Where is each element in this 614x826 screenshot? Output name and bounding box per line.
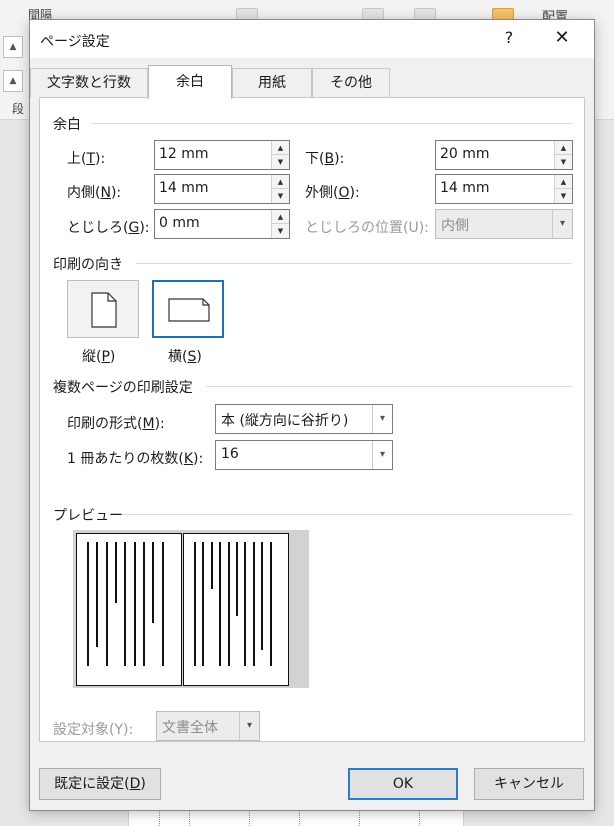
top-margin-spinner[interactable]: 12 mm ▲ ▼ (154, 140, 290, 170)
print-format-select[interactable]: 本 (縦方向に谷折り) ▾ (215, 404, 393, 434)
orientation-section-title: 印刷の向き (53, 257, 123, 273)
print-format-value[interactable]: 本 (縦方向に谷折り) (221, 410, 348, 430)
set-as-default-button[interactable]: 既定に設定(D) (39, 768, 161, 800)
apply-to-select: 文書全体 ▾ (156, 711, 260, 741)
apply-to-label: 設定対象(Y): (53, 722, 134, 738)
preview-text-line (124, 542, 127, 666)
portrait-page-icon (91, 292, 117, 328)
outside-margin-label: 外側(O): (305, 185, 360, 201)
preview-text-line (87, 542, 89, 666)
preview-text-line (115, 542, 117, 603)
spin-up-arrow-icon[interactable]: ▲ (272, 141, 289, 155)
inside-margin-value[interactable]: 14 mm (159, 180, 209, 196)
dialog-title: ページ設定 (40, 34, 110, 50)
spinner-buttons: ▲ ▼ (271, 141, 289, 169)
preview-text-line (227, 542, 230, 666)
chevron-down-icon[interactable]: ▾ (372, 441, 392, 469)
portrait-label: 縦(P) (82, 349, 116, 365)
gutter-position-label: とじしろの位置(U): (305, 220, 429, 236)
ribbon-spin-down[interactable]: ▲ (3, 70, 23, 92)
spin-down-arrow-icon[interactable]: ▼ (272, 189, 289, 203)
sheets-per-booklet-select[interactable]: 16 ▾ (215, 440, 393, 470)
spinner-buttons: ▲ ▼ (554, 175, 572, 203)
tab-other[interactable]: その他 (312, 68, 390, 98)
ribbon-column-label: 段 (12, 102, 25, 116)
preview-text-line (210, 542, 213, 589)
inside-margin-label: 内側(N): (67, 185, 122, 201)
multiple-pages-section-title: 複数ページの印刷設定 (53, 380, 193, 396)
preview-text-line (161, 542, 164, 666)
ok-button[interactable]: OK (348, 768, 458, 800)
chevron-down-icon: ▾ (552, 210, 572, 238)
section-divider (206, 386, 572, 387)
section-divider (122, 514, 572, 515)
spin-down-arrow-icon[interactable]: ▼ (555, 189, 572, 203)
bottom-margin-spinner[interactable]: 20 mm ▲ ▼ (435, 140, 573, 170)
apply-to-value: 文書全体 (162, 720, 218, 736)
preview-text-line (143, 542, 145, 666)
gutter-position-select: 内側 ▾ (435, 209, 573, 239)
section-divider (92, 123, 572, 124)
ribbon-spin-up[interactable]: ▲ (3, 36, 23, 58)
inside-margin-spinner[interactable]: 14 mm ▲ ▼ (154, 174, 290, 204)
gutter-spinner[interactable]: 0 mm ▲ ▼ (154, 209, 290, 239)
preview-text-line (244, 542, 247, 666)
spin-down-arrow-icon[interactable]: ▼ (555, 155, 572, 169)
portrait-option[interactable] (67, 280, 139, 338)
preview-text-line (133, 542, 136, 666)
booklet-preview (73, 530, 309, 688)
page-setup-dialog: ページ設定 ? ✕ 文字数と行数 余白 用紙 その他 余白 上(T): 12 m… (29, 19, 595, 811)
spin-down-arrow-icon[interactable]: ▼ (272, 155, 289, 169)
preview-text-line (219, 542, 222, 666)
sheets-per-booklet-value[interactable]: 16 (221, 446, 239, 462)
spinner-buttons: ▲ ▼ (271, 175, 289, 203)
gutter-value[interactable]: 0 mm (159, 215, 200, 231)
preview-text-line (96, 542, 99, 647)
top-margin-value[interactable]: 12 mm (159, 146, 209, 162)
spin-up-arrow-icon[interactable]: ▲ (272, 175, 289, 189)
preview-right-page (183, 533, 289, 686)
help-button[interactable]: ? (498, 24, 520, 52)
preview-text-line (202, 542, 205, 666)
preview-text-line (269, 542, 272, 666)
preview-text-line (252, 542, 255, 666)
spin-up-arrow-icon[interactable]: ▲ (555, 175, 572, 189)
gutter-label: とじしろ(G): (67, 220, 150, 236)
outside-margin-spinner[interactable]: 14 mm ▲ ▼ (435, 174, 573, 204)
tab-margins[interactable]: 余白 (148, 65, 232, 99)
tab-characters-and-lines[interactable]: 文字数と行数 (30, 68, 148, 98)
preview-section-title: プレビュー (53, 508, 123, 524)
preview-text-line (194, 542, 196, 666)
top-margin-label: 上(T): (67, 151, 106, 167)
preview-text-line (236, 542, 238, 616)
margins-section-title: 余白 (53, 117, 81, 133)
chevron-down-icon: ▾ (239, 712, 259, 740)
dialog-titlebar[interactable]: ページ設定 ? ✕ (30, 20, 594, 58)
close-button[interactable]: ✕ (544, 24, 580, 52)
preview-text-line (105, 542, 108, 666)
landscape-option[interactable] (152, 280, 224, 338)
cancel-button[interactable]: キャンセル (474, 768, 584, 800)
bottom-margin-label: 下(B): (305, 151, 345, 167)
spin-down-arrow-icon[interactable]: ▼ (272, 224, 289, 238)
spinner-buttons: ▲ ▼ (554, 141, 572, 169)
spin-up-arrow-icon[interactable]: ▲ (272, 210, 289, 224)
chevron-down-icon[interactable]: ▾ (372, 405, 392, 433)
tab-paper[interactable]: 用紙 (232, 68, 312, 98)
section-divider (136, 263, 572, 264)
spin-up-arrow-icon[interactable]: ▲ (555, 141, 572, 155)
outside-margin-value[interactable]: 14 mm (440, 180, 490, 196)
landscape-label: 横(S) (168, 349, 202, 365)
preview-text-line (261, 542, 264, 650)
spinner-buttons: ▲ ▼ (271, 210, 289, 238)
print-format-label: 印刷の形式(M): (67, 416, 165, 432)
landscape-page-icon (168, 298, 210, 322)
gutter-position-value: 内側 (441, 218, 469, 234)
sheets-per-booklet-label: 1 冊あたりの枚数(K): (67, 451, 204, 467)
bottom-margin-value[interactable]: 20 mm (440, 146, 490, 162)
preview-left-page (76, 533, 182, 686)
preview-text-line (152, 542, 155, 623)
